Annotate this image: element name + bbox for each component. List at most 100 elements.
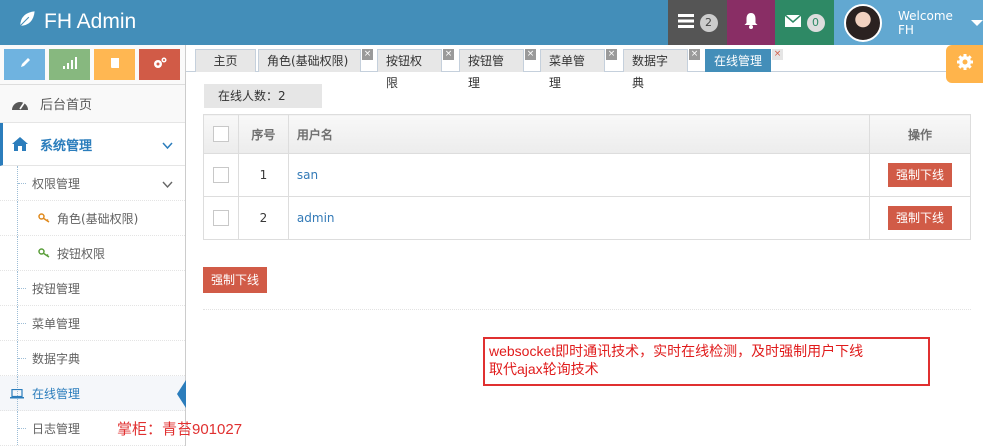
sidebar-item-role[interactable]: 角色(基础权限) <box>0 201 185 236</box>
online-count: 在线人数：2 <box>204 84 322 108</box>
chevron-down-icon <box>162 178 173 192</box>
shortcut-pencil-button[interactable] <box>4 49 45 80</box>
tab-role[interactable]: 角色(基础权限) <box>258 49 361 72</box>
sidebar-item-label: 按钮管理 <box>32 281 81 296</box>
notifications-button[interactable] <box>727 0 775 45</box>
close-icon[interactable]: × <box>362 49 373 60</box>
sidebar-item-online[interactable]: 在线管理 <box>0 376 186 411</box>
sidebar-item-label: 角色(基础权限) <box>57 211 139 226</box>
annotation-box: websocket即时通讯技术，实时在线检测，及时强制用户下线 取代ajax轮询… <box>483 337 930 386</box>
brand[interactable]: FH Admin <box>16 8 136 36</box>
select-all-checkbox[interactable] <box>212 126 229 142</box>
laptop-icon <box>10 388 24 402</box>
row-username-cell: admin <box>287 196 871 240</box>
brand-title: FH Admin <box>44 10 137 33</box>
welcome-label: Welcome <box>898 8 953 23</box>
tab-online[interactable]: 在线管理 <box>705 49 771 72</box>
online-users-table: 序号 用户名 操作 1 san 强制下线 2 admin 强制下线 <box>203 114 971 240</box>
sidebar-item-label: 系统管理 <box>40 138 93 154</box>
row-action-cell: 强制下线 <box>869 196 971 240</box>
sidebar-item-button-manage[interactable]: 按钮管理 <box>0 271 185 306</box>
bell-icon <box>743 12 759 33</box>
leaf-icon <box>16 8 38 36</box>
close-icon[interactable]: × <box>443 49 454 60</box>
tasks-badge: 2 <box>699 13 718 32</box>
messages-button[interactable]: 0 <box>775 0 834 45</box>
row-select-cell <box>203 196 239 240</box>
signal-icon <box>62 56 77 73</box>
sidebar-item-label: 后台首页 <box>40 98 93 113</box>
pencil-icon <box>19 57 31 73</box>
tab-label: 角色(基础权限) <box>267 54 349 68</box>
welcome-text: Welcome FH <box>898 9 953 37</box>
sidebar-item-label: 权限管理 <box>32 176 81 191</box>
book-icon <box>109 57 121 73</box>
gear-icon <box>956 53 974 75</box>
cogs-icon <box>153 57 167 73</box>
sidebar-shortcuts <box>0 45 185 85</box>
shortcut-book-button[interactable] <box>94 49 135 80</box>
row-select-cell <box>203 153 239 197</box>
divider <box>203 309 971 310</box>
tasks-button[interactable]: 2 <box>668 0 727 45</box>
column-header-action: 操作 <box>869 114 971 154</box>
top-navbar: FH Admin 2 0 Welcome FH <box>0 0 983 45</box>
key-icon <box>38 248 51 258</box>
column-header-username: 用户名 <box>287 114 871 154</box>
shortcut-signal-button[interactable] <box>49 49 90 80</box>
row-index: 2 <box>237 196 289 240</box>
tab-home[interactable]: 主页 <box>195 49 256 72</box>
annotation-line-2: 取代ajax轮询技术 <box>489 361 599 377</box>
tab-label: 在线管理 <box>714 54 763 68</box>
user-menu[interactable]: Welcome FH <box>834 0 983 45</box>
row-checkbox[interactable] <box>212 210 229 226</box>
row-username-cell: san <box>287 153 871 197</box>
close-icon[interactable]: × <box>689 49 700 60</box>
force-offline-button[interactable]: 强制下线 <box>888 163 953 187</box>
sidebar-item-button-permission[interactable]: 按钮权限 <box>0 236 185 271</box>
active-indicator <box>177 380 186 408</box>
tab-dictionary[interactable]: 数据字典 <box>623 49 688 90</box>
sidebar-item-dictionary[interactable]: 数据字典 <box>0 341 185 376</box>
caret-down-icon <box>970 19 983 26</box>
tab-bar: 主页 角色(基础权限) × 按钮权限 × 按钮管理 × 菜单管理 × 数据字典 … <box>186 45 983 90</box>
table-header-row: 序号 用户名 操作 <box>203 114 971 154</box>
dashboard-icon <box>10 94 30 114</box>
envelope-icon <box>784 13 801 31</box>
tab-button-permission[interactable]: 按钮权限 <box>377 49 442 90</box>
tab-button-manage[interactable]: 按钮管理 <box>459 49 524 90</box>
sidebar-item-system[interactable]: 系统管理 <box>0 123 185 166</box>
close-icon[interactable]: × <box>606 49 617 60</box>
username-link[interactable]: san <box>297 168 318 182</box>
sidebar-item-label: 在线管理 <box>32 386 81 401</box>
tab-label: 按钮管理 <box>468 54 505 90</box>
username-link[interactable]: admin <box>297 211 335 225</box>
credit-text: 掌柜：青苔901027 <box>117 421 243 438</box>
sidebar-item-home[interactable]: 后台首页 <box>0 85 185 123</box>
shortcut-cogs-button[interactable] <box>139 49 180 80</box>
tasks-icon <box>677 13 694 32</box>
sidebar-item-menu-manage[interactable]: 菜单管理 <box>0 306 185 341</box>
select-all-cell <box>203 114 239 154</box>
settings-button[interactable] <box>946 45 983 83</box>
row-checkbox[interactable] <box>212 167 229 183</box>
row-action-cell: 强制下线 <box>869 153 971 197</box>
table-row: 1 san 强制下线 <box>203 153 971 197</box>
sidebar: 后台首页 系统管理 权限管理 角色(基础权限) 按钮权限 按钮管理 菜单管理 数… <box>0 45 186 446</box>
tab-label: 数据字典 <box>632 54 669 90</box>
close-icon[interactable]: × <box>772 49 783 60</box>
sidebar-item-label: 日志管理 <box>32 421 81 436</box>
tab-label: 按钮权限 <box>386 54 423 90</box>
chevron-down-icon <box>162 139 173 154</box>
sidebar-item-label: 按钮权限 <box>57 246 106 261</box>
column-header-index: 序号 <box>237 114 289 154</box>
bulk-force-offline-button[interactable]: 强制下线 <box>203 267 268 293</box>
tab-menu-manage[interactable]: 菜单管理 <box>540 49 605 90</box>
force-offline-button[interactable]: 强制下线 <box>888 206 953 230</box>
avatar <box>844 3 882 42</box>
tab-label: 菜单管理 <box>549 54 586 90</box>
sidebar-item-permission[interactable]: 权限管理 <box>0 166 185 201</box>
close-icon[interactable]: × <box>525 49 536 60</box>
table-row: 2 admin 强制下线 <box>203 196 971 240</box>
username-label: FH <box>898 22 914 37</box>
